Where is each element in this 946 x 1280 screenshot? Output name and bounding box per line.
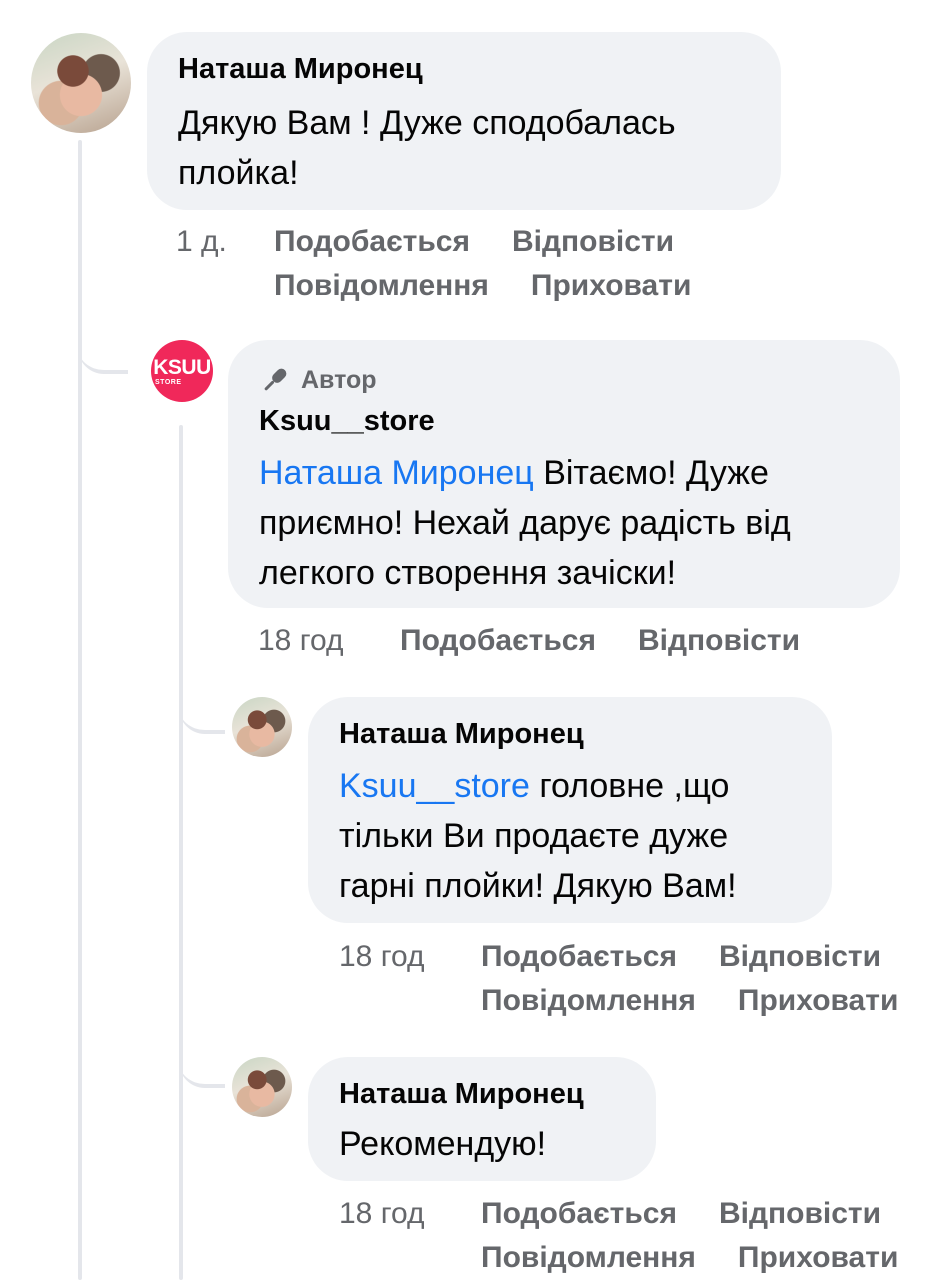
- reply-text-line3: гарні плойки! Дякую Вам!: [339, 867, 737, 905]
- author-badge-label: Автор: [301, 366, 377, 394]
- thread-line-replies: [179, 425, 183, 1280]
- reply-text: Ksuu__store головне ,що тільки Ви продає…: [339, 761, 812, 911]
- reply-button[interactable]: Відповісти: [512, 220, 674, 264]
- comment-timestamp[interactable]: 1 д.: [176, 220, 274, 264]
- reply-text-line2: тільки Ви продаєте дуже: [339, 817, 729, 855]
- like-button[interactable]: Подобається: [481, 935, 677, 979]
- message-button[interactable]: Повідомлення: [481, 979, 696, 1023]
- thread-connector-reply-3: [179, 1020, 225, 1088]
- avatar[interactable]: [232, 1057, 292, 1117]
- hide-button[interactable]: Приховати: [738, 1236, 898, 1280]
- comment-author[interactable]: Наташа Миронец: [178, 52, 751, 86]
- hide-button[interactable]: Приховати: [738, 979, 898, 1023]
- reply-text: Рекомендую!: [339, 1125, 547, 1163]
- reply-author[interactable]: Наташа Миронец: [339, 717, 812, 751]
- avatar[interactable]: [31, 33, 131, 133]
- reply-text-line2: приємно! Нехай дарує радість від: [259, 504, 791, 542]
- thread-connector-reply-2: [179, 660, 225, 734]
- hide-button[interactable]: Приховати: [531, 264, 691, 308]
- mention-link[interactable]: Ksuu__store: [339, 767, 530, 805]
- like-button[interactable]: Подобається: [274, 220, 470, 264]
- message-button[interactable]: Повідомлення: [274, 264, 489, 308]
- comment-text: Дякую Вам ! Дуже сподобалась плойка!: [178, 104, 676, 192]
- thread-connector-reply-1: [78, 300, 128, 374]
- like-button[interactable]: Подобається: [481, 1192, 677, 1236]
- reply-author[interactable]: Наташа Миронец: [339, 1077, 636, 1111]
- reply-button[interactable]: Відповісти: [719, 935, 881, 979]
- store-logo-text: KSUU: [153, 355, 211, 379]
- comment-actions: 1 д. Подобається Відповісти Повідомлення…: [176, 220, 691, 308]
- like-button[interactable]: Подобається: [400, 619, 596, 663]
- reply-actions: 18 год Подобається Відповісти Повідомлен…: [339, 935, 898, 1023]
- microphone-icon: [264, 368, 287, 391]
- reply-timestamp[interactable]: 18 год: [339, 1192, 481, 1236]
- reply-bubble: Наташа Миронец Рекомендую!: [308, 1057, 656, 1181]
- reply-author[interactable]: Ksuu__store: [259, 404, 872, 438]
- mention-link[interactable]: Наташа Миронец: [259, 454, 534, 492]
- reply-text-line1: Вітаємо! Дуже: [543, 454, 769, 492]
- comment-bubble: Наташа Миронец Дякую Вам ! Дуже сподобал…: [147, 32, 781, 210]
- store-logo-subtext: STORE: [155, 378, 182, 386]
- reply-button[interactable]: Відповісти: [638, 619, 800, 663]
- reply-actions: 18 год Подобається Відповісти: [258, 619, 800, 663]
- reply-text-line3: легкого створення зачіски!: [259, 554, 677, 592]
- author-badge: Автор: [259, 364, 872, 396]
- reply-button[interactable]: Відповісти: [719, 1192, 881, 1236]
- reply-timestamp[interactable]: 18 год: [258, 619, 400, 663]
- reply-bubble: Автор Ksuu__store Наташа Миронец Вітаємо…: [228, 340, 900, 608]
- store-avatar[interactable]: KSUU STORE: [151, 340, 213, 402]
- reply-timestamp[interactable]: 18 год: [339, 935, 481, 979]
- reply-bubble: Наташа Миронец Ksuu__store головне ,що т…: [308, 697, 832, 923]
- avatar[interactable]: [232, 697, 292, 757]
- message-button[interactable]: Повідомлення: [481, 1236, 696, 1280]
- reply-text-line1: головне ,що: [539, 767, 730, 805]
- reply-actions: 18 год Подобається Відповісти Повідомлен…: [339, 1192, 898, 1280]
- reply-text: Наташа Миронец Вітаємо! Дуже приємно! Не…: [259, 448, 872, 598]
